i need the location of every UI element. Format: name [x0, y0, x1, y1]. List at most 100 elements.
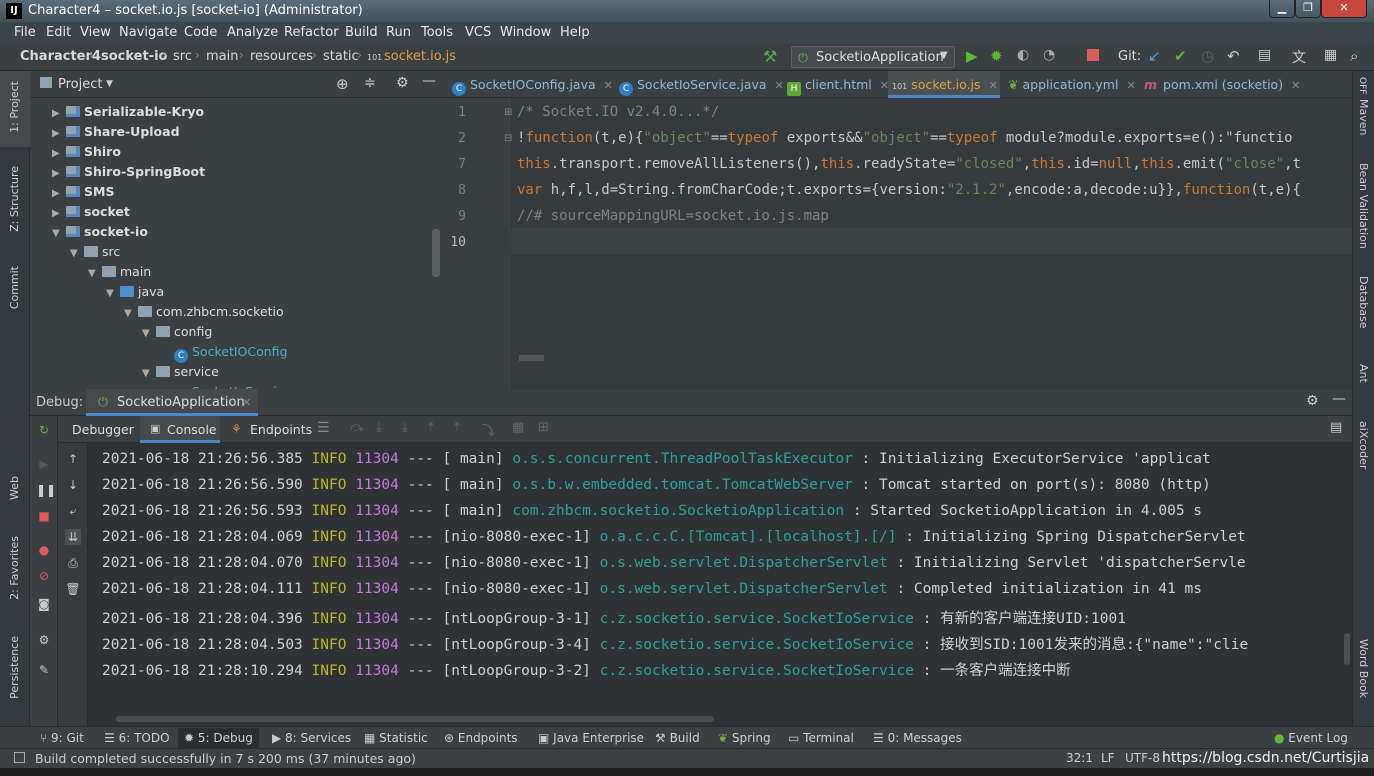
camera-icon[interactable]: ◙: [36, 596, 52, 612]
run-config-select[interactable]: ⏻ SocketioApplication ▼: [791, 46, 955, 68]
tree-item[interactable]: ▶ Shiro-SpringBoot: [52, 164, 205, 184]
tree-item[interactable]: ▼ main: [88, 264, 151, 284]
tool-tab-structure[interactable]: Z: Structure: [8, 166, 21, 232]
arrow-down-icon[interactable]: ↓: [65, 477, 81, 493]
toggle-tool-windows-icon[interactable]: [14, 752, 25, 763]
run-to-cursor-icon[interactable]: ⤵: [482, 420, 495, 439]
chevron-down-icon[interactable]: ▼: [106, 79, 113, 89]
menu-edit[interactable]: Edit: [46, 25, 71, 40]
editor-tab[interactable]: ❦ application.yml ✕: [1008, 71, 1136, 98]
tool-tab-endpoints[interactable]: ⊛ Endpoints: [444, 731, 518, 745]
code-line[interactable]: !function(t,e){"object"==typeof exports&…: [517, 130, 1293, 146]
breadcrumb-static[interactable]: static: [323, 49, 359, 64]
menu-code[interactable]: Code: [184, 25, 217, 40]
close-icon[interactable]: ✕: [775, 79, 784, 92]
settings-icon[interactable]: ⚙: [36, 632, 52, 648]
close-icon[interactable]: ✕: [604, 79, 613, 92]
fold-icon[interactable]: ⊟: [504, 133, 512, 144]
run-icon[interactable]: ▶: [966, 47, 978, 65]
code-line[interactable]: var h,f,l,d=String.fromCharCode;t.export…: [517, 182, 1301, 198]
collapse-all-icon[interactable]: ≑: [364, 75, 376, 91]
menu-window[interactable]: Window: [500, 25, 551, 40]
menu-analyze[interactable]: Analyze: [227, 25, 278, 40]
gear-icon[interactable]: ⚙: [1306, 393, 1319, 409]
git-update-icon[interactable]: ↙: [1148, 47, 1161, 65]
git-history-icon[interactable]: ◷: [1201, 47, 1214, 65]
tool-tab-web[interactable]: Web: [8, 476, 21, 500]
locate-file-icon[interactable]: ⊕: [336, 75, 349, 93]
expand-arrow-icon[interactable]: ▼: [124, 308, 138, 319]
breadcrumb-resources[interactable]: resources: [250, 49, 313, 64]
clear-all-icon[interactable]: 🗑: [65, 581, 81, 597]
hide-panel-icon[interactable]: —: [422, 73, 436, 89]
menu-icon[interactable]: ☰: [317, 420, 330, 436]
code-line[interactable]: this.transport.removeAllListeners(),this…: [517, 156, 1301, 172]
caret-position[interactable]: 32:1: [1066, 751, 1093, 765]
expand-arrow-icon[interactable]: ▼: [142, 328, 156, 339]
stop-icon[interactable]: ■: [36, 508, 52, 524]
git-commit-icon[interactable]: ✔: [1174, 47, 1187, 65]
tool-tab-services[interactable]: ▶ 8: Services: [272, 731, 351, 745]
tool-tab-messages[interactable]: ☰ 0: Messages: [873, 731, 962, 745]
tool-tab-build[interactable]: ⚒ Build: [655, 731, 700, 745]
tree-item[interactable]: ▶ Serializable-Kryo: [52, 104, 204, 124]
tool-tab-statistic[interactable]: ▦ Statistic: [364, 731, 428, 745]
console-vertical-scrollbar[interactable]: [1344, 633, 1350, 665]
print-icon[interactable]: ⎙: [65, 555, 81, 571]
expand-arrow-icon[interactable]: ▼: [88, 268, 102, 279]
menu-build[interactable]: Build: [345, 25, 378, 40]
tab-debugger[interactable]: Debugger: [72, 422, 134, 437]
editor-tab[interactable]: m pom.xml (socketio) ✕: [1144, 71, 1300, 98]
evaluate-icon[interactable]: ▦: [512, 420, 524, 435]
code-line[interactable]: /* Socket.IO v2.4.0...*/: [517, 104, 719, 120]
console-horizontal-scrollbar[interactable]: [116, 716, 714, 722]
step-into-icon[interactable]: ⤓: [376, 420, 382, 435]
editor-tab[interactable]: C SocketIoService.java ✕: [619, 71, 784, 98]
arrow-up-icon[interactable]: ↑: [65, 451, 81, 467]
menu-file[interactable]: File: [14, 25, 36, 40]
tool-tab-debug[interactable]: ✹ 5: Debug: [178, 728, 259, 748]
mute-breakpoints-icon[interactable]: ⊘: [36, 568, 52, 584]
layout-icon[interactable]: ▤: [1330, 420, 1342, 435]
menu-vcs[interactable]: VCS: [465, 25, 491, 40]
breadcrumb-src[interactable]: src: [173, 49, 192, 64]
tree-item[interactable]: ▼ service: [142, 364, 219, 384]
scroll-to-end-icon[interactable]: ⇊: [65, 529, 81, 545]
search-everywhere-icon[interactable]: ⌕: [1350, 47, 1358, 65]
collapse-arrow-icon[interactable]: ▶: [52, 208, 66, 219]
rollback-icon[interactable]: ↶: [1227, 47, 1240, 65]
tool-tab-aixcoder[interactable]: aiXcoder: [1357, 421, 1370, 469]
close-window-button[interactable]: ✕: [1321, 0, 1367, 18]
menu-tools[interactable]: Tools: [421, 25, 453, 40]
hide-panel-icon[interactable]: —: [1332, 391, 1346, 407]
collapse-arrow-icon[interactable]: ▶: [52, 168, 66, 179]
expand-arrow-icon[interactable]: ▼: [106, 288, 120, 299]
editor-tab[interactable]: C SocketIOConfig.java ✕: [452, 71, 613, 98]
tool-tab-project[interactable]: 1: Project: [8, 81, 21, 133]
line-separator[interactable]: LF: [1101, 751, 1115, 765]
tree-item[interactable]: C SocketIOConfig: [160, 344, 287, 364]
collapse-arrow-icon[interactable]: ▶: [52, 108, 66, 119]
close-icon[interactable]: ✕: [1126, 79, 1135, 92]
tree-item[interactable]: ▼ socket-io: [52, 224, 148, 244]
force-step-into-icon[interactable]: ⤓: [402, 420, 408, 435]
tree-scrollbar[interactable]: [432, 229, 440, 277]
console-output[interactable]: 2021-06-18 21:26:56.385 INFO 11304 --- […: [88, 443, 1352, 726]
view-breakpoints-icon[interactable]: ●: [36, 542, 52, 558]
soft-wrap-icon[interactable]: ⤶: [65, 503, 81, 519]
maximize-button[interactable]: ❐: [1295, 0, 1321, 18]
minimize-button[interactable]: ▁: [1269, 0, 1295, 18]
close-icon[interactable]: ✕: [989, 79, 998, 92]
settings-icon[interactable]: ▦: [1324, 47, 1337, 63]
step-out-icon[interactable]: ⤒: [428, 420, 434, 435]
tree-item[interactable]: ▼ java: [106, 284, 164, 304]
pin-icon[interactable]: ✎: [36, 662, 52, 678]
resume-icon[interactable]: ▶: [36, 456, 52, 472]
tree-item[interactable]: ▼ config: [142, 324, 212, 344]
tool-tab-ant[interactable]: Ant: [1357, 364, 1370, 383]
tool-tab-terminal[interactable]: ▭ Terminal: [788, 731, 854, 745]
trace-icon[interactable]: ⊞: [538, 420, 549, 435]
tool-tab-commit[interactable]: Commit: [8, 266, 21, 309]
menu-help[interactable]: Help: [560, 25, 590, 40]
gear-icon[interactable]: ⚙: [396, 75, 409, 91]
